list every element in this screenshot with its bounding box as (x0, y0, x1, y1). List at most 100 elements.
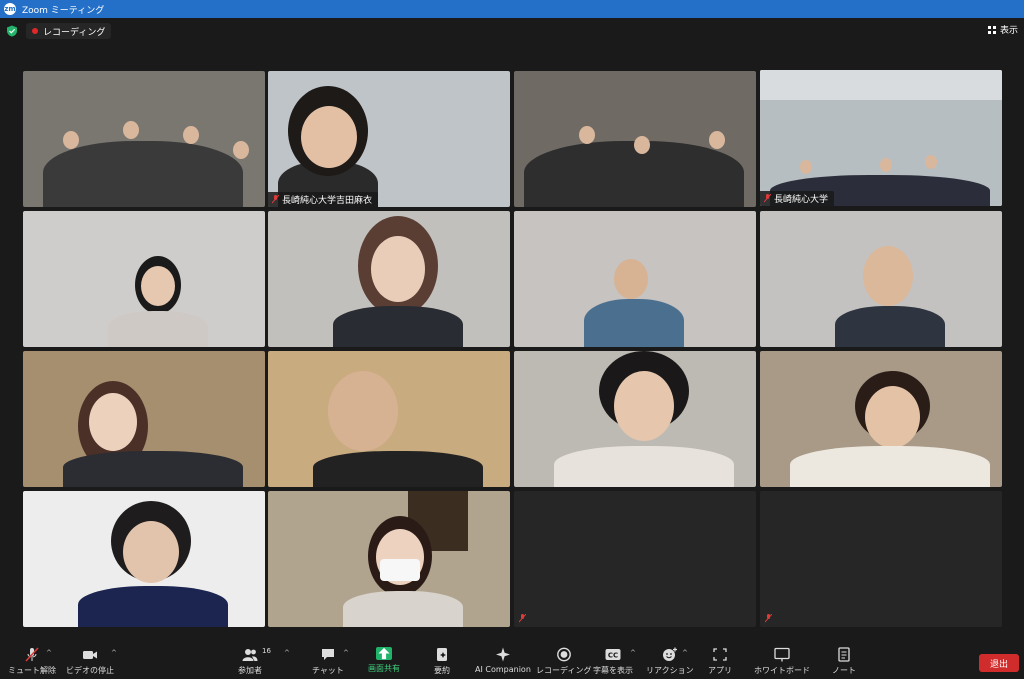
video-tile-5[interactable] (23, 211, 265, 347)
whiteboard-label: ホワイトボード (754, 666, 810, 675)
person-face (89, 393, 137, 451)
group-people (524, 141, 744, 207)
video-tile-15-video-off[interactable] (514, 491, 756, 627)
person-face (709, 131, 725, 149)
notes-label: ノート (832, 666, 856, 675)
summary-button[interactable]: 要約 (434, 647, 450, 676)
share-label: 画面共有 (368, 664, 400, 673)
person-face (233, 141, 249, 159)
apps-button[interactable]: アプリ (708, 647, 732, 676)
person-face (301, 106, 357, 168)
grid-view-icon (987, 25, 996, 34)
chat-bubble-icon (321, 649, 334, 660)
captions-button[interactable]: CC 字幕を表示 (593, 647, 633, 676)
sparkle-icon (495, 647, 510, 662)
participant-nameplate: 長崎純心大学 (760, 191, 835, 206)
video-tile-8[interactable] (760, 211, 1002, 347)
video-tile-6[interactable] (268, 211, 510, 347)
video-tile-10[interactable] (268, 351, 510, 487)
chevron-up-icon: ^ (111, 649, 117, 657)
person-face (371, 236, 425, 302)
video-tile-14[interactable] (268, 491, 510, 627)
video-tile-3[interactable] (514, 71, 756, 207)
video-tile-16-video-off[interactable] (760, 491, 1002, 627)
apps-label: アプリ (708, 666, 732, 675)
record-dot-icon (32, 28, 38, 34)
recording-label: レコーディング (43, 27, 106, 38)
chat-button[interactable]: チャット (312, 647, 344, 676)
person-body (835, 306, 945, 347)
group-people (43, 141, 243, 207)
person-body (313, 451, 483, 487)
person-face (579, 126, 595, 144)
reaction-smiley-icon (662, 647, 677, 661)
svg-text:CC: CC (608, 652, 618, 660)
ai-companion-button[interactable]: AI Companion (475, 647, 531, 674)
video-tile-12[interactable] (760, 351, 1002, 487)
person-body (554, 446, 734, 487)
person-face (614, 371, 674, 441)
ai-companion-label: AI Companion (475, 665, 531, 674)
whiteboard-button[interactable]: ホワイトボード (754, 647, 810, 676)
person-face (634, 136, 650, 154)
participant-name: 長崎純心大学吉田麻衣 (282, 196, 373, 206)
captions-cc-icon: CC (605, 649, 621, 660)
person-face (865, 386, 920, 448)
video-tile-11[interactable] (514, 351, 756, 487)
summary-label: 要約 (434, 666, 450, 675)
person-body (108, 311, 208, 347)
record-label: レコーディング (536, 666, 592, 675)
video-label: ビデオの停止 (66, 666, 114, 675)
participant-count-badge: 16 (262, 647, 271, 655)
person-face (800, 160, 812, 174)
zoom-logo-icon: zm (4, 3, 16, 15)
muted-mic-icon (272, 195, 279, 204)
view-button[interactable]: 表示 (987, 23, 1018, 36)
video-camera-icon (83, 651, 97, 659)
tile-background (760, 491, 1002, 627)
participants-icon (242, 649, 258, 661)
recording-indicator[interactable]: レコーディング (26, 23, 112, 39)
person-face (123, 521, 179, 583)
notes-button[interactable]: ノート (832, 647, 856, 676)
person-body (584, 299, 684, 347)
video-button[interactable]: ビデオの停止 (66, 647, 114, 676)
video-tile-13[interactable] (23, 491, 265, 627)
notes-icon (838, 647, 850, 662)
person-face (63, 131, 79, 149)
share-screen-button[interactable]: 画面共有 (368, 647, 400, 674)
apps-icon (713, 648, 727, 661)
record-button[interactable]: レコーディング (536, 647, 591, 676)
person-body (63, 451, 243, 487)
participant-nameplate: 長崎純心大学吉田麻衣 (268, 192, 379, 207)
person-face (123, 121, 139, 139)
meeting-toolbar: ミュート解除 ^ ビデオの停止 ^ 参加者 16 ^ チャット ^ 画面共有 要… (0, 641, 1024, 679)
view-label: 表示 (999, 26, 1018, 36)
person-face (863, 246, 913, 306)
video-tile-2[interactable]: 長崎純心大学吉田麻衣 (268, 71, 510, 207)
person-body (78, 586, 228, 627)
chevron-up-icon: ^ (284, 649, 290, 657)
reactions-label: リアクション (646, 666, 694, 675)
shield-icon[interactable] (6, 25, 18, 37)
leave-meeting-button[interactable]: 退出 (979, 654, 1019, 672)
record-icon (556, 647, 571, 662)
person-face (880, 158, 892, 172)
mic-muted-icon (25, 647, 39, 662)
muted-mic-icon (519, 614, 526, 623)
participants-button[interactable]: 参加者 (238, 647, 262, 676)
chevron-up-icon: ^ (343, 649, 349, 657)
chevron-up-icon: ^ (630, 649, 636, 657)
room-ceiling (760, 70, 1002, 100)
video-tile-9[interactable] (23, 351, 265, 487)
summary-icon (437, 648, 447, 661)
video-tile-7[interactable] (514, 211, 756, 347)
person-body (343, 591, 463, 627)
whiteboard-icon (774, 647, 790, 662)
mute-label: ミュート解除 (8, 666, 56, 675)
person-face (328, 371, 398, 451)
video-tile-1[interactable] (23, 71, 265, 207)
participants-label: 参加者 (238, 666, 262, 675)
person-body (790, 446, 990, 487)
video-tile-4-active-speaker[interactable]: 長崎純心大学 (760, 70, 1002, 206)
